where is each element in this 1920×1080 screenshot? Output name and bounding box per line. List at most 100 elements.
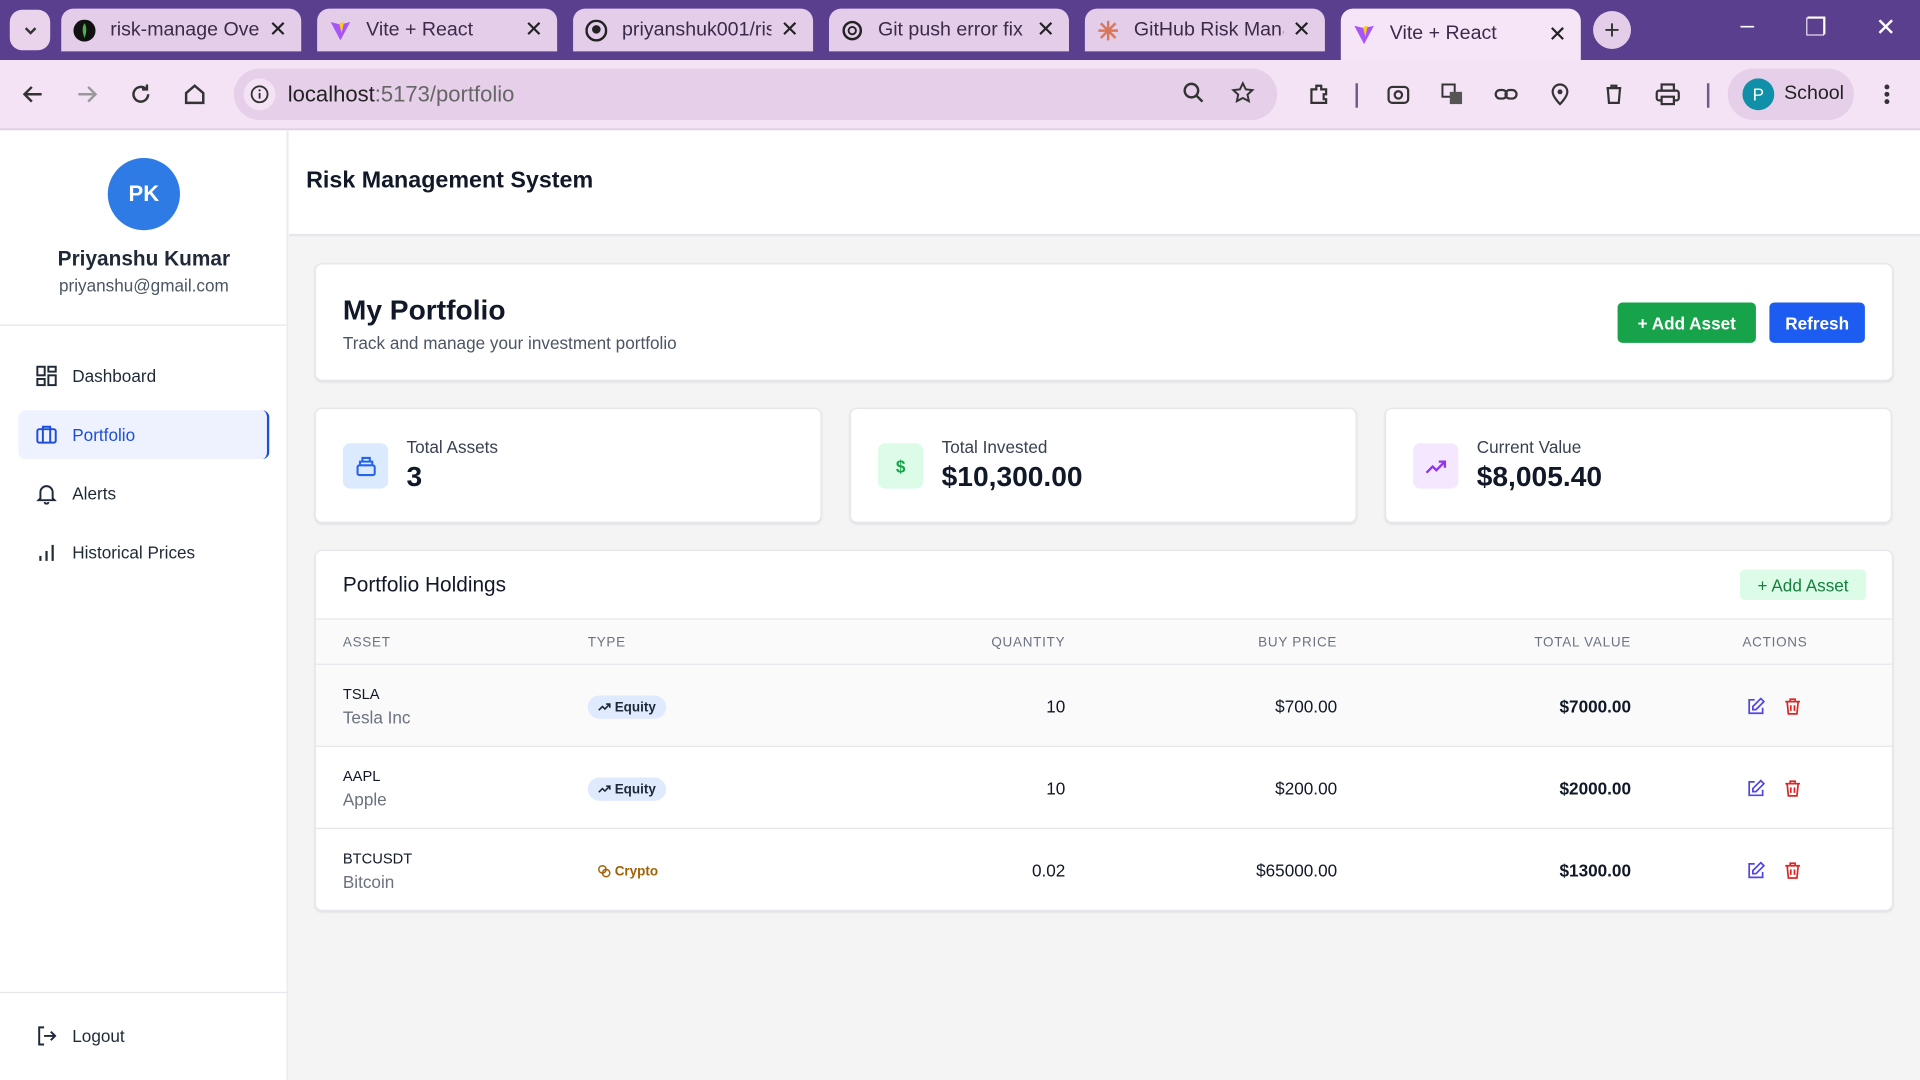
column-header-quantity[interactable]: QUANTITY <box>991 636 1065 651</box>
sidebar-item-label: Dashboard <box>72 366 157 386</box>
stat-card-total-invested: $ Total Invested $10,300.00 <box>849 407 1357 523</box>
browser-tab-0[interactable]: risk-manage Overv ✕ <box>61 8 302 52</box>
bookmark-star-icon[interactable] <box>1231 81 1255 112</box>
site-info-icon[interactable] <box>243 78 276 111</box>
stat-label: Total Assets <box>406 437 499 457</box>
restore-icon[interactable]: ❐ <box>1798 12 1835 43</box>
home-icon[interactable] <box>179 78 211 110</box>
tab-title: risk-manage Overv <box>110 18 260 40</box>
add-asset-small-button[interactable]: + Add Asset <box>1740 569 1867 600</box>
stat-label: Total Invested <box>941 437 1048 457</box>
profile-avatar: P <box>1742 78 1775 111</box>
total-value-cell: $7000.00 <box>1559 696 1632 717</box>
dashboard-grid-icon <box>36 365 57 387</box>
type-badge: Crypto <box>588 860 668 883</box>
add-asset-button[interactable]: + Add Asset <box>1617 302 1756 343</box>
extensions-icon[interactable] <box>1303 78 1335 110</box>
column-header-buy-price[interactable]: BUY PRICE <box>1258 636 1337 651</box>
asset-symbol: AAPL <box>342 767 381 785</box>
delete-icon[interactable] <box>1783 861 1803 881</box>
link-icon[interactable] <box>1490 78 1522 110</box>
sidebar-item-portfolio[interactable]: Portfolio <box>18 410 270 460</box>
close-icon[interactable]: ✕ <box>1291 17 1313 43</box>
translate-icon[interactable] <box>1436 78 1468 110</box>
chatgpt-icon <box>841 19 863 41</box>
minimize-icon[interactable]: – <box>1729 12 1766 40</box>
stat-label: Current Value <box>1476 437 1582 457</box>
close-icon[interactable]: ✕ <box>1547 21 1569 47</box>
tab-title: Git push error fix <box>877 18 1023 40</box>
total-value-cell: $1300.00 <box>1559 860 1632 881</box>
zoom-icon[interactable] <box>1182 81 1206 112</box>
profile-button[interactable]: P School <box>1727 68 1854 120</box>
reload-icon[interactable] <box>125 78 157 110</box>
browser-tab-5-active[interactable]: Vite + React ✕ <box>1340 8 1581 61</box>
url-text: localhost:5173/portfolio <box>288 81 515 107</box>
close-icon[interactable]: ✕ <box>523 17 545 43</box>
stat-value: 3 <box>406 460 423 493</box>
location-pin-icon[interactable] <box>1544 78 1576 110</box>
user-name: Priyanshu Kumar <box>57 247 231 271</box>
table-row[interactable]: BTCUSDT Bitcoin Crypto 0.02 $65000.00 $1… <box>316 829 1892 910</box>
app-title: Risk Management System <box>306 167 594 194</box>
page-title: My Portfolio <box>342 293 506 326</box>
edit-icon[interactable] <box>1746 697 1766 717</box>
print-icon[interactable] <box>1652 78 1684 110</box>
column-header-asset[interactable]: ASSET <box>343 636 391 651</box>
close-icon[interactable]: ✕ <box>779 17 801 43</box>
claude-icon <box>1097 19 1119 41</box>
new-tab-button[interactable]: + <box>1593 11 1632 49</box>
type-badge: Equity <box>587 695 666 719</box>
address-bar[interactable]: localhost:5173/portfolio <box>233 68 1278 120</box>
sidebar: PK Priyanshu Kumar priyanshu@gmail.com D… <box>0 131 288 1080</box>
asset-symbol: BTCUSDT <box>342 849 413 867</box>
delete-icon[interactable] <box>1783 697 1803 717</box>
browser-tab-1[interactable]: Vite + React ✕ <box>317 8 558 52</box>
sidebar-divider <box>0 991 288 994</box>
buy-price-cell: $65000.00 <box>1256 860 1338 881</box>
stat-card-current-value: Current Value $8,005.40 <box>1384 407 1892 523</box>
buy-price-cell: $200.00 <box>1275 778 1338 799</box>
asset-name: Apple <box>342 789 387 810</box>
sidebar-item-alerts[interactable]: Alerts <box>18 469 269 518</box>
google-lens-icon[interactable] <box>1382 78 1414 110</box>
edit-icon[interactable] <box>1746 779 1766 799</box>
tab-search-button[interactable] <box>9 9 51 51</box>
stat-card-total-assets: Total Assets 3 <box>314 407 822 523</box>
delete-icon[interactable] <box>1783 779 1803 799</box>
refresh-button[interactable]: Refresh <box>1769 302 1865 343</box>
vite-icon <box>1353 23 1375 45</box>
logout-label: Logout <box>72 1026 125 1046</box>
close-icon[interactable]: ✕ <box>1035 17 1057 43</box>
column-header-total-value[interactable]: TOTAL VALUE <box>1534 636 1631 651</box>
forward-arrow-icon[interactable] <box>71 78 103 110</box>
sidebar-item-historical-prices[interactable]: Historical Prices <box>18 528 269 577</box>
asset-symbol: TSLA <box>342 685 380 703</box>
close-icon[interactable]: ✕ <box>267 17 289 43</box>
tab-title: Vite + React <box>366 18 474 40</box>
type-badge: Equity <box>587 777 666 801</box>
total-value-cell: $2000.00 <box>1559 778 1632 799</box>
back-arrow-icon[interactable] <box>17 78 49 110</box>
stack-icon <box>342 443 389 489</box>
column-header-type[interactable]: TYPE <box>588 636 626 651</box>
sidebar-divider <box>0 324 288 326</box>
more-menu-icon[interactable] <box>1871 78 1903 110</box>
portfolio-title-card: My Portfolio Track and manage your inves… <box>314 263 1894 381</box>
tab-title: GitHub Risk Manag <box>1133 18 1283 40</box>
window-close-icon[interactable]: ✕ <box>1867 12 1904 43</box>
browser-tab-4[interactable]: GitHub Risk Manag ✕ <box>1084 8 1325 52</box>
chevron-down-icon <box>24 26 36 35</box>
user-email: priyanshu@gmail.com <box>58 275 229 296</box>
table-row[interactable]: AAPL Apple Equity 10 $200.00 $2000.00 <box>315 747 1892 829</box>
browser-tab-2[interactable]: priyanshuk001/risk ✕ <box>573 8 814 52</box>
table-header: ASSET TYPE QUANTITY BUY PRICE TOTAL VALU… <box>315 618 1892 665</box>
table-row[interactable]: TSLA Tesla Inc Equity 10 $700.00 $7000.0… <box>315 664 1892 747</box>
browser-tab-3[interactable]: Git push error fix ✕ <box>828 8 1069 52</box>
dollar-icon: $ <box>877 443 924 489</box>
toolbar-divider <box>1706 83 1710 108</box>
logout-button[interactable]: Logout <box>18 1011 269 1060</box>
sidebar-item-dashboard[interactable]: Dashboard <box>18 351 269 400</box>
edit-icon[interactable] <box>1746 861 1766 881</box>
trash-icon[interactable] <box>1598 78 1630 110</box>
